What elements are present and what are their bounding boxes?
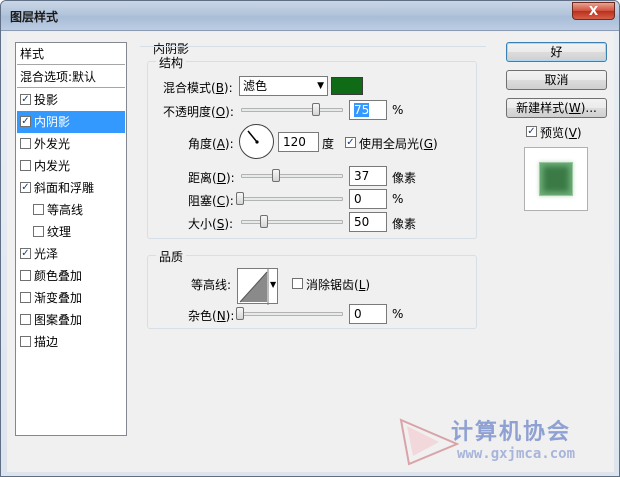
styles-list-header[interactable]: 样式 [17, 43, 125, 65]
anti-alias-checkbox[interactable] [292, 278, 303, 289]
style-item-label: 光泽 [34, 247, 59, 261]
distance-input[interactable]: 37 [349, 166, 387, 186]
style-item-checkbox[interactable] [20, 160, 31, 171]
style-item-checkbox[interactable] [20, 116, 31, 127]
size-input[interactable]: 50 [349, 212, 387, 232]
style-item[interactable]: 斜面和浮雕 [17, 177, 125, 199]
angle-input[interactable]: 120 [278, 132, 319, 152]
watermark-logo-icon [399, 418, 459, 466]
opacity-slider-thumb[interactable] [312, 103, 320, 116]
choke-slider-thumb[interactable] [236, 192, 244, 205]
blend-mode-label: 混合模式(B): [163, 81, 233, 95]
style-item-checkbox[interactable] [20, 270, 31, 281]
style-item-checkbox[interactable] [20, 292, 31, 303]
style-item-label: 纹理 [47, 225, 72, 239]
distance-slider-thumb[interactable] [272, 169, 280, 182]
style-item-label: 投影 [34, 93, 59, 107]
shadow-color-swatch[interactable] [331, 77, 363, 95]
distance-slider[interactable] [241, 174, 343, 178]
style-item-checkbox[interactable] [33, 226, 44, 237]
style-item-label: 斜面和浮雕 [34, 181, 95, 195]
size-label: 大小(S): [188, 217, 234, 231]
style-item-label: 外发光 [34, 137, 71, 151]
style-preview [524, 147, 588, 211]
styles-list: 样式 混合选项:默认 投影内阴影外发光内发光斜面和浮雕等高线纹理光泽颜色叠加渐变… [15, 42, 127, 436]
quality-title: 品质 [156, 248, 187, 265]
global-light-label: 使用全局光(G) [359, 137, 438, 151]
dialog-body: 样式 混合选项:默认 投影内阴影外发光内发光斜面和浮雕等高线纹理光泽颜色叠加渐变… [7, 32, 614, 472]
angle-dial[interactable] [239, 124, 274, 159]
blend-mode-select[interactable]: 滤色 ▼ [239, 76, 328, 96]
style-item[interactable]: 等高线 [17, 199, 125, 221]
size-slider[interactable] [241, 220, 343, 224]
cancel-button[interactable]: 取消 [506, 70, 607, 90]
style-item[interactable]: 描边 [17, 331, 125, 353]
choke-input[interactable]: 0 [349, 189, 387, 209]
opacity-slider[interactable] [241, 108, 343, 112]
size-unit: 像素 [392, 217, 417, 231]
layer-style-dialog: 图层样式 X 样式 混合选项:默认 投影内阴影外发光内发光斜面和浮雕等高线纹理光… [0, 0, 620, 477]
choke-label: 阻塞(C): [188, 194, 234, 208]
watermark: 计算机协会 www.gxjmca.com [399, 412, 609, 467]
preview-label: 预览(V) [540, 126, 582, 140]
opacity-input[interactable]: 75 [349, 100, 387, 120]
distance-unit: 像素 [392, 171, 417, 185]
close-button[interactable]: X [572, 2, 615, 20]
title-bar[interactable]: 图层样式 X [1, 1, 619, 31]
choke-unit: % [392, 192, 404, 206]
style-item-label: 内发光 [34, 159, 71, 173]
opacity-unit: % [392, 103, 404, 117]
watermark-name: 计算机协会 [451, 420, 572, 445]
watermark-url: www.gxjmca.com [457, 446, 576, 462]
style-item[interactable]: 渐变叠加 [17, 287, 125, 309]
style-item-checkbox[interactable] [33, 204, 44, 215]
angle-dial-needle [247, 130, 259, 144]
ok-button[interactable]: 好 [506, 42, 607, 62]
structure-title: 结构 [156, 54, 187, 71]
style-item[interactable]: 纹理 [17, 221, 125, 243]
blend-options-item[interactable]: 混合选项:默认 [17, 66, 125, 88]
global-light-checkbox[interactable] [345, 137, 356, 148]
angle-label: 角度(A): [188, 137, 234, 151]
style-item-checkbox[interactable] [20, 182, 31, 193]
style-item-checkbox[interactable] [20, 314, 31, 325]
preview-checkbox[interactable] [526, 126, 537, 137]
style-item[interactable]: 外发光 [17, 133, 125, 155]
style-item[interactable]: 图案叠加 [17, 309, 125, 331]
blend-mode-value: 滤色 [243, 79, 268, 93]
style-item[interactable]: 内发光 [17, 155, 125, 177]
style-item-checkbox[interactable] [20, 248, 31, 259]
size-slider-thumb[interactable] [260, 215, 268, 228]
style-item-label: 等高线 [47, 203, 84, 217]
noise-slider-thumb[interactable] [236, 307, 244, 320]
style-item-label: 颜色叠加 [34, 269, 83, 283]
style-item-checkbox[interactable] [20, 336, 31, 347]
new-style-button[interactable]: 新建样式(W)... [506, 98, 607, 118]
style-item-checkbox[interactable] [20, 94, 31, 105]
noise-label: 杂色(N): [188, 309, 235, 323]
preview-swatch [539, 162, 573, 196]
noise-slider[interactable] [241, 312, 343, 316]
chevron-down-icon: ▼ [317, 81, 324, 91]
noise-input[interactable]: 0 [349, 304, 387, 324]
style-item[interactable]: 颜色叠加 [17, 265, 125, 287]
style-item-checkbox[interactable] [20, 138, 31, 149]
contour-picker[interactable]: ▼ [237, 268, 278, 305]
style-item-label: 渐变叠加 [34, 291, 83, 305]
noise-unit: % [392, 307, 404, 321]
style-item-label: 描边 [34, 335, 59, 349]
style-item[interactable]: 投影 [17, 89, 125, 111]
style-item[interactable]: 内阴影 [17, 111, 125, 133]
contour-label: 等高线: [191, 278, 232, 292]
dialog-title: 图层样式 [10, 10, 59, 24]
distance-label: 距离(D): [188, 171, 235, 185]
opacity-label: 不透明度(O): [163, 105, 234, 119]
style-item-label: 内阴影 [34, 115, 71, 129]
style-item-label: 图案叠加 [34, 313, 83, 327]
angle-unit: 度 [322, 137, 335, 151]
anti-alias-label: 消除锯齿(L) [306, 278, 371, 292]
chevron-down-icon: ▼ [270, 280, 277, 289]
choke-slider[interactable] [241, 197, 343, 201]
style-item[interactable]: 光泽 [17, 243, 125, 265]
